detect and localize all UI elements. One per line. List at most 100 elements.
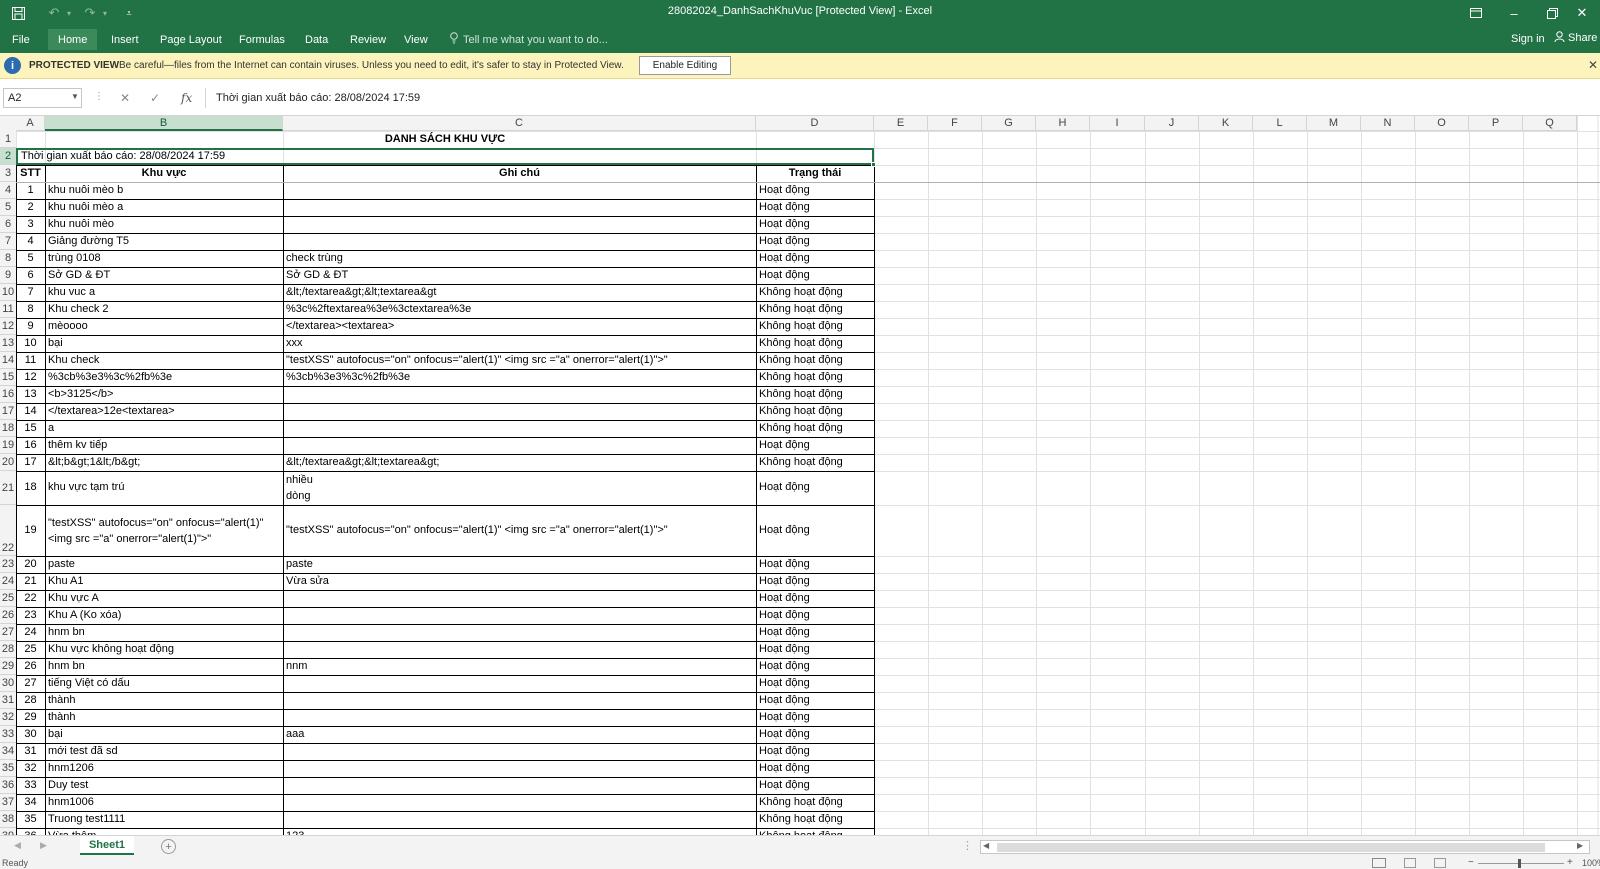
row-header-19[interactable]: 19 [0,437,16,454]
row-header-37[interactable]: 37 [0,794,16,811]
note-cell[interactable]: check trùng [283,250,756,267]
column-header-a[interactable]: A [16,116,45,131]
area-name-cell[interactable]: "testXSS" autofocus="on" onfocus="alert(… [45,505,283,556]
row-number-cell[interactable]: 4 [16,233,45,250]
area-name-cell[interactable]: Khu vực không hoạt động [45,641,283,658]
row-number-cell[interactable]: 11 [16,352,45,369]
area-name-cell[interactable]: tiếng Việt có dấu [45,675,283,692]
area-name-cell[interactable]: Duy test [45,777,283,794]
area-name-cell[interactable]: Khu check [45,352,283,369]
row-header-24[interactable]: 24 [0,573,16,590]
status-cell[interactable]: Không hoạt động [756,811,874,828]
row-header-7[interactable]: 7 [0,233,16,250]
status-cell[interactable]: Hoạt động [756,199,874,216]
row-header-26[interactable]: 26 [0,607,16,624]
column-header-n[interactable]: N [1361,116,1415,131]
row-number-cell[interactable]: 19 [16,505,45,556]
area-name-cell[interactable]: paste [45,556,283,573]
status-cell[interactable]: Hoạt động [756,267,874,284]
row-header-33[interactable]: 33 [0,726,16,743]
row-header-30[interactable]: 30 [0,675,16,692]
row-header-17[interactable]: 17 [0,403,16,420]
column-header-b[interactable]: B [45,116,283,131]
tab-file[interactable]: File [2,29,40,50]
status-cell[interactable]: Không hoạt động [756,284,874,301]
worksheet-grid[interactable]: A B C D E F G H I J K L M N O P Q 1 2 3 4 5 6 7 8 9 10 11 12 13 14 15 16… [0,116,1600,835]
row-number-cell[interactable]: 13 [16,386,45,403]
table-header-cell[interactable]: Khu vực [45,165,283,182]
note-cell[interactable] [283,692,756,709]
row-number-cell[interactable]: 24 [16,624,45,641]
column-header-e[interactable]: E [874,116,928,131]
status-cell[interactable]: Hoạt động [756,709,874,726]
row-header-9[interactable]: 9 [0,267,16,284]
row-number-cell[interactable]: 14 [16,403,45,420]
sheet-tab-sheet1[interactable]: Sheet1 [80,836,134,855]
row-header-10[interactable]: 10 [0,284,16,301]
note-cell[interactable] [283,403,756,420]
area-name-cell[interactable]: hnm1006 [45,794,283,811]
status-cell[interactable]: Hoạt động [756,437,874,454]
row-number-cell[interactable]: 15 [16,420,45,437]
tab-review[interactable]: Review [340,29,396,50]
area-name-cell[interactable]: hnm bn [45,624,283,641]
table-header-cell[interactable]: Trạng thái [756,165,874,182]
note-cell[interactable] [283,811,756,828]
note-cell[interactable] [283,437,756,454]
row-number-cell[interactable]: 22 [16,590,45,607]
row-number-cell[interactable]: 32 [16,760,45,777]
row-number-cell[interactable]: 9 [16,318,45,335]
status-cell[interactable]: Không hoạt động [756,318,874,335]
area-name-cell[interactable]: khu nuôi mèo a [45,199,283,216]
row-header-1[interactable]: 1 [0,131,16,148]
column-header-o[interactable]: O [1415,116,1469,131]
note-cell[interactable]: %3cb%3e3%3c%2fb%3e [283,369,756,386]
note-cell[interactable]: Sở GD & ĐT [283,267,756,284]
row-header-25[interactable]: 25 [0,590,16,607]
column-header-j[interactable]: J [1145,116,1199,131]
row-header-6[interactable]: 6 [0,216,16,233]
row-number-cell[interactable]: 2 [16,199,45,216]
restore-icon[interactable] [1534,2,1570,24]
column-header-c[interactable]: C [283,116,756,131]
close-icon[interactable]: ✕ [1588,58,1598,72]
status-cell[interactable]: Hoạt động [756,556,874,573]
page-break-view-icon[interactable] [1434,858,1446,868]
share-button[interactable]: Share [1554,31,1597,45]
column-header-h[interactable]: H [1036,116,1090,131]
note-cell[interactable]: xxx [283,335,756,352]
horizontal-scrollbar[interactable]: ◀ ▶ [980,840,1590,854]
status-cell[interactable]: Không hoạt động [756,403,874,420]
tab-page-layout[interactable]: Page Layout [150,29,232,50]
area-name-cell[interactable]: Khu A (Ko xóa) [45,607,283,624]
row-header-38[interactable]: 38 [0,811,16,828]
status-cell[interactable]: Hoạt động [756,182,874,199]
note-cell[interactable] [283,794,756,811]
cancel-icon[interactable]: ✕ [120,91,130,105]
area-name-cell[interactable]: Giảng đường T5 [45,233,283,250]
status-cell[interactable]: Hoạt động [756,250,874,267]
row-header-23[interactable]: 23 [0,556,16,573]
status-cell[interactable]: Không hoạt động [756,420,874,437]
row-header-4[interactable]: 4 [0,182,16,199]
area-name-cell[interactable]: trùng 0108 [45,250,283,267]
enable-editing-button[interactable]: Enable Editing [639,56,731,75]
row-header-5[interactable]: 5 [0,199,16,216]
status-cell[interactable]: Hoạt động [756,726,874,743]
row-header-29[interactable]: 29 [0,658,16,675]
status-cell[interactable]: Hoạt động [756,675,874,692]
row-header-2[interactable]: 2 [0,148,16,165]
note-cell[interactable] [283,709,756,726]
row-number-cell[interactable]: 29 [16,709,45,726]
scroll-right-arrow-icon[interactable]: ▶ [1577,841,1583,850]
zoom-in-icon[interactable]: + [1567,857,1573,868]
row-header-27[interactable]: 27 [0,624,16,641]
column-header-l[interactable]: L [1253,116,1307,131]
status-cell[interactable]: Hoạt động [756,505,874,556]
note-cell[interactable]: &lt;/textarea&gt;&lt;textarea&gt [283,284,756,301]
note-cell[interactable] [283,624,756,641]
area-name-cell[interactable]: Truong test1111 [45,811,283,828]
tab-formulas[interactable]: Formulas [229,29,295,50]
scroll-left-icon[interactable]: ◀ [14,840,21,851]
status-cell[interactable]: Hoạt động [756,760,874,777]
